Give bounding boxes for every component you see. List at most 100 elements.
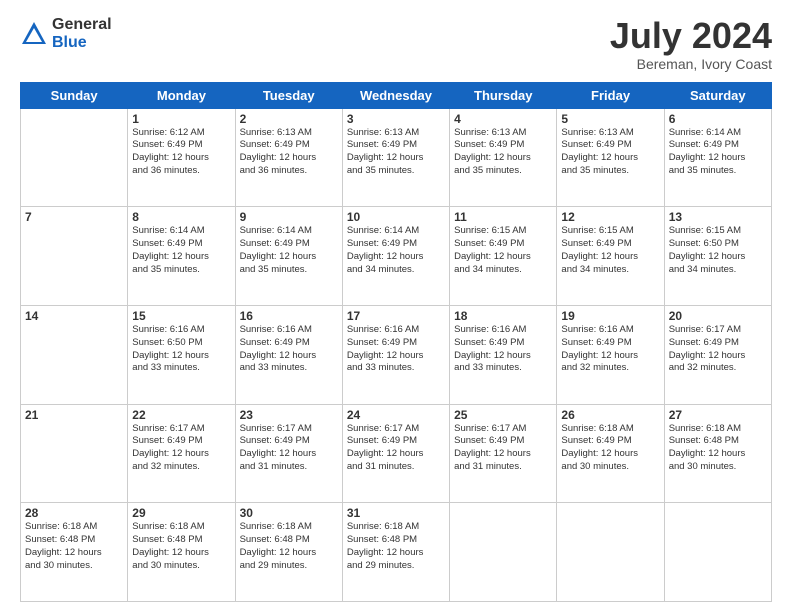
calendar-cell: 21 — [21, 404, 128, 503]
calendar-cell: 31Sunrise: 6:18 AM Sunset: 6:48 PM Dayli… — [342, 503, 449, 602]
day-info: Sunrise: 6:18 AM Sunset: 6:48 PM Dayligh… — [669, 423, 767, 474]
calendar-cell — [557, 503, 664, 602]
day-info: Sunrise: 6:13 AM Sunset: 6:49 PM Dayligh… — [454, 127, 552, 178]
day-number: 9 — [240, 210, 338, 224]
day-number: 10 — [347, 210, 445, 224]
day-number: 11 — [454, 210, 552, 224]
day-number: 30 — [240, 506, 338, 520]
day-info: Sunrise: 6:14 AM Sunset: 6:49 PM Dayligh… — [347, 225, 445, 276]
day-number: 13 — [669, 210, 767, 224]
day-number: 16 — [240, 309, 338, 323]
day-number: 4 — [454, 112, 552, 126]
day-number: 22 — [132, 408, 230, 422]
day-number: 15 — [132, 309, 230, 323]
day-info: Sunrise: 6:17 AM Sunset: 6:49 PM Dayligh… — [132, 423, 230, 474]
day-info: Sunrise: 6:16 AM Sunset: 6:50 PM Dayligh… — [132, 324, 230, 375]
day-number: 18 — [454, 309, 552, 323]
calendar-cell: 23Sunrise: 6:17 AM Sunset: 6:49 PM Dayli… — [235, 404, 342, 503]
day-info: Sunrise: 6:14 AM Sunset: 6:49 PM Dayligh… — [240, 225, 338, 276]
day-info: Sunrise: 6:13 AM Sunset: 6:49 PM Dayligh… — [347, 127, 445, 178]
calendar-cell: 2Sunrise: 6:13 AM Sunset: 6:49 PM Daylig… — [235, 108, 342, 207]
day-number: 23 — [240, 408, 338, 422]
calendar-cell: 30Sunrise: 6:18 AM Sunset: 6:48 PM Dayli… — [235, 503, 342, 602]
day-info: Sunrise: 6:16 AM Sunset: 6:49 PM Dayligh… — [347, 324, 445, 375]
day-info: Sunrise: 6:15 AM Sunset: 6:49 PM Dayligh… — [454, 225, 552, 276]
location-subtitle: Bereman, Ivory Coast — [610, 56, 772, 72]
header-saturday: Saturday — [664, 82, 771, 108]
calendar-cell: 29Sunrise: 6:18 AM Sunset: 6:48 PM Dayli… — [128, 503, 235, 602]
day-info: Sunrise: 6:18 AM Sunset: 6:48 PM Dayligh… — [347, 521, 445, 572]
day-number: 20 — [669, 309, 767, 323]
day-number: 2 — [240, 112, 338, 126]
calendar-cell: 4Sunrise: 6:13 AM Sunset: 6:49 PM Daylig… — [450, 108, 557, 207]
calendar-cell: 6Sunrise: 6:14 AM Sunset: 6:49 PM Daylig… — [664, 108, 771, 207]
day-info: Sunrise: 6:18 AM Sunset: 6:49 PM Dayligh… — [561, 423, 659, 474]
calendar-cell: 24Sunrise: 6:17 AM Sunset: 6:49 PM Dayli… — [342, 404, 449, 503]
day-info: Sunrise: 6:14 AM Sunset: 6:49 PM Dayligh… — [669, 127, 767, 178]
header-tuesday: Tuesday — [235, 82, 342, 108]
day-info: Sunrise: 6:17 AM Sunset: 6:49 PM Dayligh… — [454, 423, 552, 474]
calendar-cell: 10Sunrise: 6:14 AM Sunset: 6:49 PM Dayli… — [342, 207, 449, 306]
header-sunday: Sunday — [21, 82, 128, 108]
day-number: 3 — [347, 112, 445, 126]
calendar-cell: 26Sunrise: 6:18 AM Sunset: 6:49 PM Dayli… — [557, 404, 664, 503]
page: General Blue July 2024 Bereman, Ivory Co… — [0, 0, 792, 612]
week-row-3: 14 15Sunrise: 6:16 AM Sunset: 6:50 PM Day… — [21, 305, 772, 404]
week-row-5: 28Sunrise: 6:18 AM Sunset: 6:48 PM Dayli… — [21, 503, 772, 602]
week-row-1: 1Sunrise: 6:12 AM Sunset: 6:49 PM Daylig… — [21, 108, 772, 207]
logo: General Blue — [20, 16, 112, 51]
calendar-cell: 13Sunrise: 6:15 AM Sunset: 6:50 PM Dayli… — [664, 207, 771, 306]
header: General Blue July 2024 Bereman, Ivory Co… — [20, 16, 772, 72]
day-number: 26 — [561, 408, 659, 422]
day-info: Sunrise: 6:16 AM Sunset: 6:49 PM Dayligh… — [561, 324, 659, 375]
calendar-cell: 18Sunrise: 6:16 AM Sunset: 6:49 PM Dayli… — [450, 305, 557, 404]
day-number: 6 — [669, 112, 767, 126]
calendar-cell: 11Sunrise: 6:15 AM Sunset: 6:49 PM Dayli… — [450, 207, 557, 306]
day-number: 1 — [132, 112, 230, 126]
day-info: Sunrise: 6:13 AM Sunset: 6:49 PM Dayligh… — [240, 127, 338, 178]
day-number: 31 — [347, 506, 445, 520]
week-row-4: 2122Sunrise: 6:17 AM Sunset: 6:49 PM Day… — [21, 404, 772, 503]
day-number: 29 — [132, 506, 230, 520]
calendar-cell — [664, 503, 771, 602]
calendar-table: Sunday Monday Tuesday Wednesday Thursday… — [20, 82, 772, 602]
day-number: 7 — [25, 210, 123, 224]
logo-icon — [20, 20, 48, 48]
calendar-cell: 19Sunrise: 6:16 AM Sunset: 6:49 PM Dayli… — [557, 305, 664, 404]
header-wednesday: Wednesday — [342, 82, 449, 108]
calendar-cell: 9Sunrise: 6:14 AM Sunset: 6:49 PM Daylig… — [235, 207, 342, 306]
day-number: 19 — [561, 309, 659, 323]
day-number: 12 — [561, 210, 659, 224]
day-number: 21 — [25, 408, 123, 422]
calendar-cell: 14 — [21, 305, 128, 404]
day-info: Sunrise: 6:17 AM Sunset: 6:49 PM Dayligh… — [669, 324, 767, 375]
day-info: Sunrise: 6:18 AM Sunset: 6:48 PM Dayligh… — [25, 521, 123, 572]
day-info: Sunrise: 6:16 AM Sunset: 6:49 PM Dayligh… — [454, 324, 552, 375]
day-number: 8 — [132, 210, 230, 224]
day-info: Sunrise: 6:17 AM Sunset: 6:49 PM Dayligh… — [240, 423, 338, 474]
calendar-cell: 17Sunrise: 6:16 AM Sunset: 6:49 PM Dayli… — [342, 305, 449, 404]
title-block: July 2024 Bereman, Ivory Coast — [610, 16, 772, 72]
calendar-cell: 7 — [21, 207, 128, 306]
day-info: Sunrise: 6:15 AM Sunset: 6:49 PM Dayligh… — [561, 225, 659, 276]
day-number: 14 — [25, 309, 123, 323]
calendar-cell: 5Sunrise: 6:13 AM Sunset: 6:49 PM Daylig… — [557, 108, 664, 207]
calendar-cell: 8Sunrise: 6:14 AM Sunset: 6:49 PM Daylig… — [128, 207, 235, 306]
calendar-cell: 28Sunrise: 6:18 AM Sunset: 6:48 PM Dayli… — [21, 503, 128, 602]
calendar-header-row: Sunday Monday Tuesday Wednesday Thursday… — [21, 82, 772, 108]
logo-blue-text: Blue — [52, 34, 112, 52]
month-title: July 2024 — [610, 16, 772, 56]
day-info: Sunrise: 6:14 AM Sunset: 6:49 PM Dayligh… — [132, 225, 230, 276]
day-info: Sunrise: 6:18 AM Sunset: 6:48 PM Dayligh… — [240, 521, 338, 572]
logo-text: General Blue — [52, 16, 112, 51]
day-info: Sunrise: 6:15 AM Sunset: 6:50 PM Dayligh… — [669, 225, 767, 276]
calendar-cell: 15Sunrise: 6:16 AM Sunset: 6:50 PM Dayli… — [128, 305, 235, 404]
calendar-cell — [450, 503, 557, 602]
calendar-cell: 3Sunrise: 6:13 AM Sunset: 6:49 PM Daylig… — [342, 108, 449, 207]
day-number: 17 — [347, 309, 445, 323]
calendar-cell: 1Sunrise: 6:12 AM Sunset: 6:49 PM Daylig… — [128, 108, 235, 207]
day-number: 25 — [454, 408, 552, 422]
header-friday: Friday — [557, 82, 664, 108]
day-info: Sunrise: 6:16 AM Sunset: 6:49 PM Dayligh… — [240, 324, 338, 375]
day-info: Sunrise: 6:13 AM Sunset: 6:49 PM Dayligh… — [561, 127, 659, 178]
